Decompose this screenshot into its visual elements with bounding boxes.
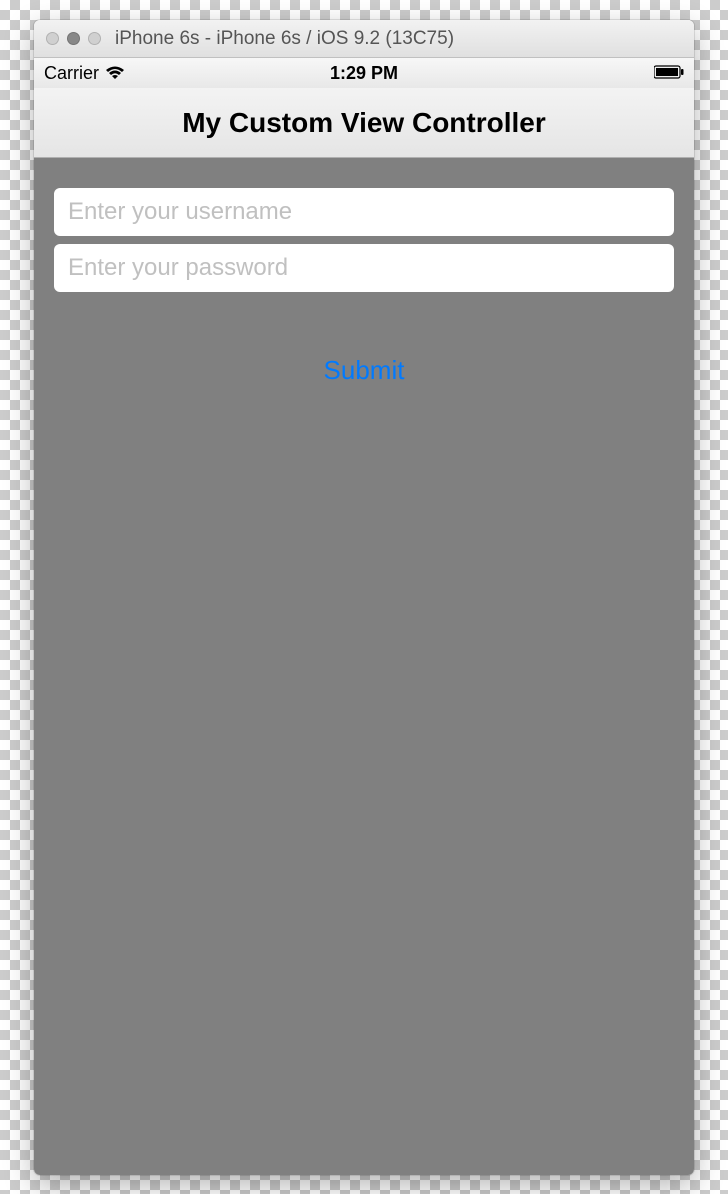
carrier-label: Carrier — [44, 63, 99, 84]
content-area: Submit — [34, 158, 694, 1175]
navigation-bar: My Custom View Controller — [34, 88, 694, 158]
minimize-button[interactable] — [67, 32, 80, 45]
maximize-button[interactable] — [88, 32, 101, 45]
window-titlebar: iPhone 6s - iPhone 6s / iOS 9.2 (13C75) — [34, 20, 694, 58]
page-title: My Custom View Controller — [182, 107, 546, 139]
submit-button[interactable]: Submit — [324, 355, 405, 386]
simulator-window: iPhone 6s - iPhone 6s / iOS 9.2 (13C75) … — [34, 20, 694, 1175]
status-left: Carrier — [44, 63, 125, 84]
status-right — [654, 63, 684, 84]
password-input[interactable] — [54, 244, 674, 292]
username-input[interactable] — [54, 188, 674, 236]
close-button[interactable] — [46, 32, 59, 45]
traffic-lights — [46, 32, 101, 45]
battery-icon — [654, 65, 684, 79]
wifi-icon — [105, 66, 125, 80]
window-title: iPhone 6s - iPhone 6s / iOS 9.2 (13C75) — [115, 28, 454, 50]
status-bar: Carrier 1:29 PM — [34, 58, 694, 88]
status-time: 1:29 PM — [330, 63, 398, 84]
